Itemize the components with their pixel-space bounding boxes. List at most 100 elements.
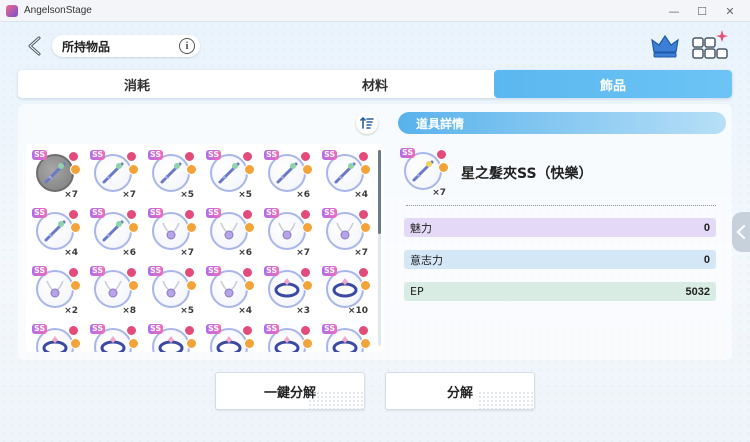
bulk-dismantle-button[interactable]: 一鍵分解 [215,372,365,410]
item-slot[interactable]: SS ×6 [262,148,313,202]
dismantle-button[interactable]: 分解 [385,372,535,410]
hairpin-icon [102,220,124,242]
tab-consumables[interactable]: 消耗 [18,70,256,98]
item-slot[interactable]: SS [262,322,313,352]
rarity-badge: SS [90,150,106,160]
maximize-icon[interactable]: ☐ [688,0,716,22]
item-slot[interactable]: SS [88,322,139,352]
attribute-badge [68,267,79,278]
attribute-badge [70,280,81,291]
item-slot[interactable]: SS ×4 [204,264,255,318]
category-tabs: 消耗 材料 飾品 [18,70,732,98]
item-slot[interactable]: SS [320,322,371,352]
attribute-badge [68,325,79,336]
attribute-badge [358,151,369,162]
tab-materials[interactable]: 材料 [256,70,494,98]
item-slot[interactable]: SS [204,322,255,352]
item-grid-scrollbar[interactable] [378,150,381,346]
necklace-icon [220,222,238,240]
necklace-icon [278,222,296,240]
attribute-badge [128,164,139,175]
item-slot[interactable]: SS ×6 [88,206,139,260]
item-slot[interactable]: SS ×5 [204,148,255,202]
rarity-badge: SS [90,208,106,218]
item-slot[interactable]: SS [146,322,197,352]
item-count: ×7 [296,248,310,258]
item-slot[interactable]: SS ×6 [204,206,255,260]
item-count: ×5 [180,190,194,200]
back-button[interactable] [24,34,48,58]
rarity-badge: SS [206,324,222,334]
item-count: ×6 [122,248,136,258]
item-slot[interactable]: SS ×5 [146,148,197,202]
crown-button[interactable] [650,32,680,60]
tab-accessories[interactable]: 飾品 [494,70,732,98]
item-slot[interactable]: SS ×7 [262,206,313,260]
rarity-badge: SS [32,266,48,276]
attribute-badge [126,151,137,162]
attribute-badge [438,162,449,173]
app-icon [6,4,18,17]
attribute-badge [302,338,313,349]
sort-button[interactable] [356,112,378,134]
attribute-badge [184,267,195,278]
rarity-badge: SS [206,208,222,218]
necklace-icon [162,280,180,298]
item-slot[interactable]: SS [30,322,81,352]
attribute-badge [360,164,371,175]
item-count: ×7 [180,248,194,258]
item-slot[interactable]: SS ×7 [320,206,371,260]
attribute-badge [300,209,311,220]
rarity-badge: SS [322,150,338,160]
stat-row-charm: 魅力 0 [404,218,716,237]
page-title-box: 所持物品 i [52,35,200,57]
detail-item-count: ×7 [432,188,446,198]
rarity-badge: SS [32,150,48,160]
item-count: ×10 [347,306,368,316]
item-slot[interactable]: SS ×7 [88,148,139,202]
hairpin-icon [218,162,240,184]
item-slot[interactable]: SS ×7 [30,148,81,202]
stat-value: 5032 [685,285,710,298]
item-slot[interactable]: SS ×2 [30,264,81,318]
rarity-badge: SS [264,150,280,160]
item-count: ×4 [354,190,368,200]
minimize-icon[interactable]: — [660,0,688,22]
attribute-badge [70,222,81,233]
rarity-badge: SS [206,266,222,276]
item-slot[interactable]: SS ×7 [146,206,197,260]
attribute-badge [358,267,369,278]
item-slot[interactable]: SS ×5 [146,264,197,318]
item-grid: SS ×7 SS ×7 SS ×5 SS ×5 SS ×6 SS ×4 SS ×4 SS ×6 SS ×7 SS ×6… [26,144,384,352]
rarity-badge: SS [90,324,106,334]
item-slot[interactable]: SS ×10 [320,264,371,318]
rarity-badge: SS [148,150,164,160]
detail-item-icon: SS ×7 [398,146,449,200]
attribute-badge [358,325,369,336]
attribute-badge [360,338,371,349]
attribute-badge [300,325,311,336]
item-slot[interactable]: SS ×4 [30,206,81,260]
attribute-badge [186,338,197,349]
item-slot[interactable]: SS ×8 [88,264,139,318]
menu-grid-button[interactable] [690,28,730,60]
grid-menu-icon [692,30,728,59]
side-panel-handle[interactable] [732,212,750,252]
necklace-icon [220,280,238,298]
stat-value: 0 [703,221,710,234]
close-icon[interactable]: ✕ [716,0,744,22]
rarity-badge: SS [264,324,280,334]
item-count: ×6 [296,190,310,200]
ring-icon [274,278,300,298]
stat-label: EP [410,285,424,298]
attribute-badge [358,209,369,220]
attribute-badge [300,267,311,278]
ring-icon [332,278,358,298]
attribute-badge [300,151,311,162]
item-slot[interactable]: SS ×3 [262,264,313,318]
scroll-thumb[interactable] [378,150,381,234]
attribute-badge [360,280,371,291]
info-icon[interactable]: i [179,38,195,54]
item-count: ×7 [64,190,78,200]
item-slot[interactable]: SS ×4 [320,148,371,202]
